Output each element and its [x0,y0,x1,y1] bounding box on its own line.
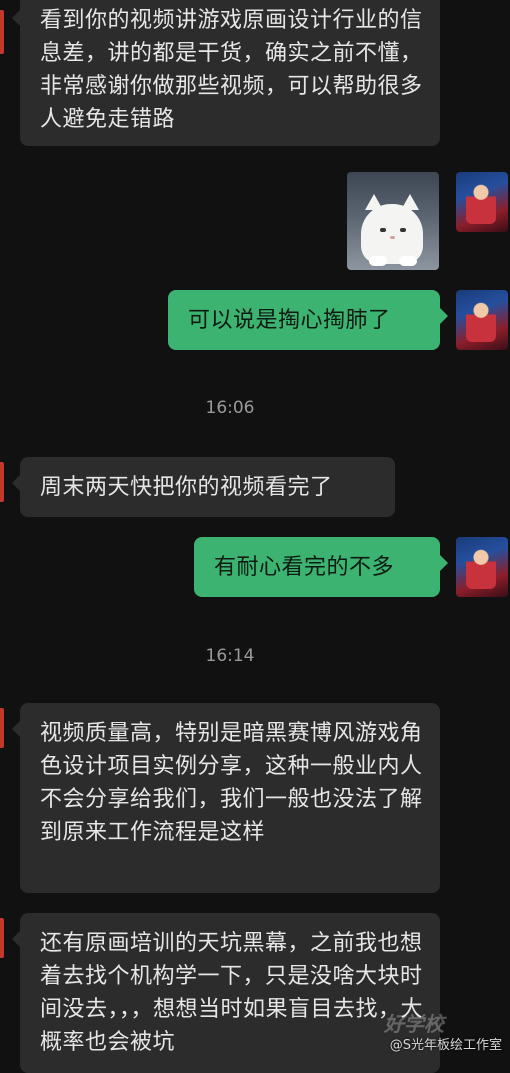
message-text: 可以说是掏心掏肺了 [188,308,391,333]
outgoing-message-bubble[interactable]: 可以说是掏心掏肺了 [168,290,448,350]
white-cat-sticker[interactable] [347,172,439,270]
message-text: 周末两天快把你的视频看完了 [40,475,333,500]
cat-eye [400,228,406,232]
message-text: 有耐心看完的不多 [214,555,395,580]
incoming-message-bubble[interactable]: 看到你的视频讲游戏原画设计行业的信息差，讲的都是干货，确实之前不懂，非常感谢你做… [12,0,440,146]
cat-nose [390,236,395,239]
timestamp: 16:14 [205,646,255,666]
incoming-message-bubble[interactable]: 周末两天快把你的视频看完了 [12,457,395,517]
incoming-edge-marker [0,708,4,748]
message-text: 视频质量高，特别是暗黑赛博风游戏角色设计项目实例分享，这种一般业内人不会分享给我… [40,721,423,845]
incoming-message-bubble[interactable]: 视频质量高，特别是暗黑赛博风游戏角色设计项目实例分享，这种一般业内人不会分享给我… [12,703,440,893]
cat-paw [369,256,387,266]
incoming-edge-marker [0,918,4,958]
incoming-message-bubble[interactable]: 还有原画培训的天坑黑幕，之前我也想着去找个机构学一下，只是没啥大块时间没去，，，… [12,913,440,1073]
cat-body [361,204,423,264]
message-text: 看到你的视频讲游戏原画设计行业的信息差，讲的都是干货，确实之前不懂，非常感谢你做… [40,8,423,132]
incoming-edge-marker [0,10,4,54]
cat-paw [399,256,417,266]
avatar-figure-icon [466,298,496,342]
cat-eye [380,228,386,232]
sender-avatar[interactable] [456,172,508,232]
message-text: 还有原画培训的天坑黑幕，之前我也想着去找个机构学一下，只是没啥大块时间没去，，，… [40,931,424,1055]
avatar-figure-icon [466,545,496,589]
timestamp: 16:06 [205,398,255,418]
watermark-logo: 好学校 [384,1012,444,1036]
sender-avatar[interactable] [456,290,508,350]
sender-avatar[interactable] [456,537,508,597]
watermark-text: @S光年板绘工作室 [389,1038,502,1053]
avatar-figure-icon [466,180,496,224]
outgoing-message-bubble[interactable]: 有耐心看完的不多 [194,537,448,597]
incoming-edge-marker [0,462,4,502]
